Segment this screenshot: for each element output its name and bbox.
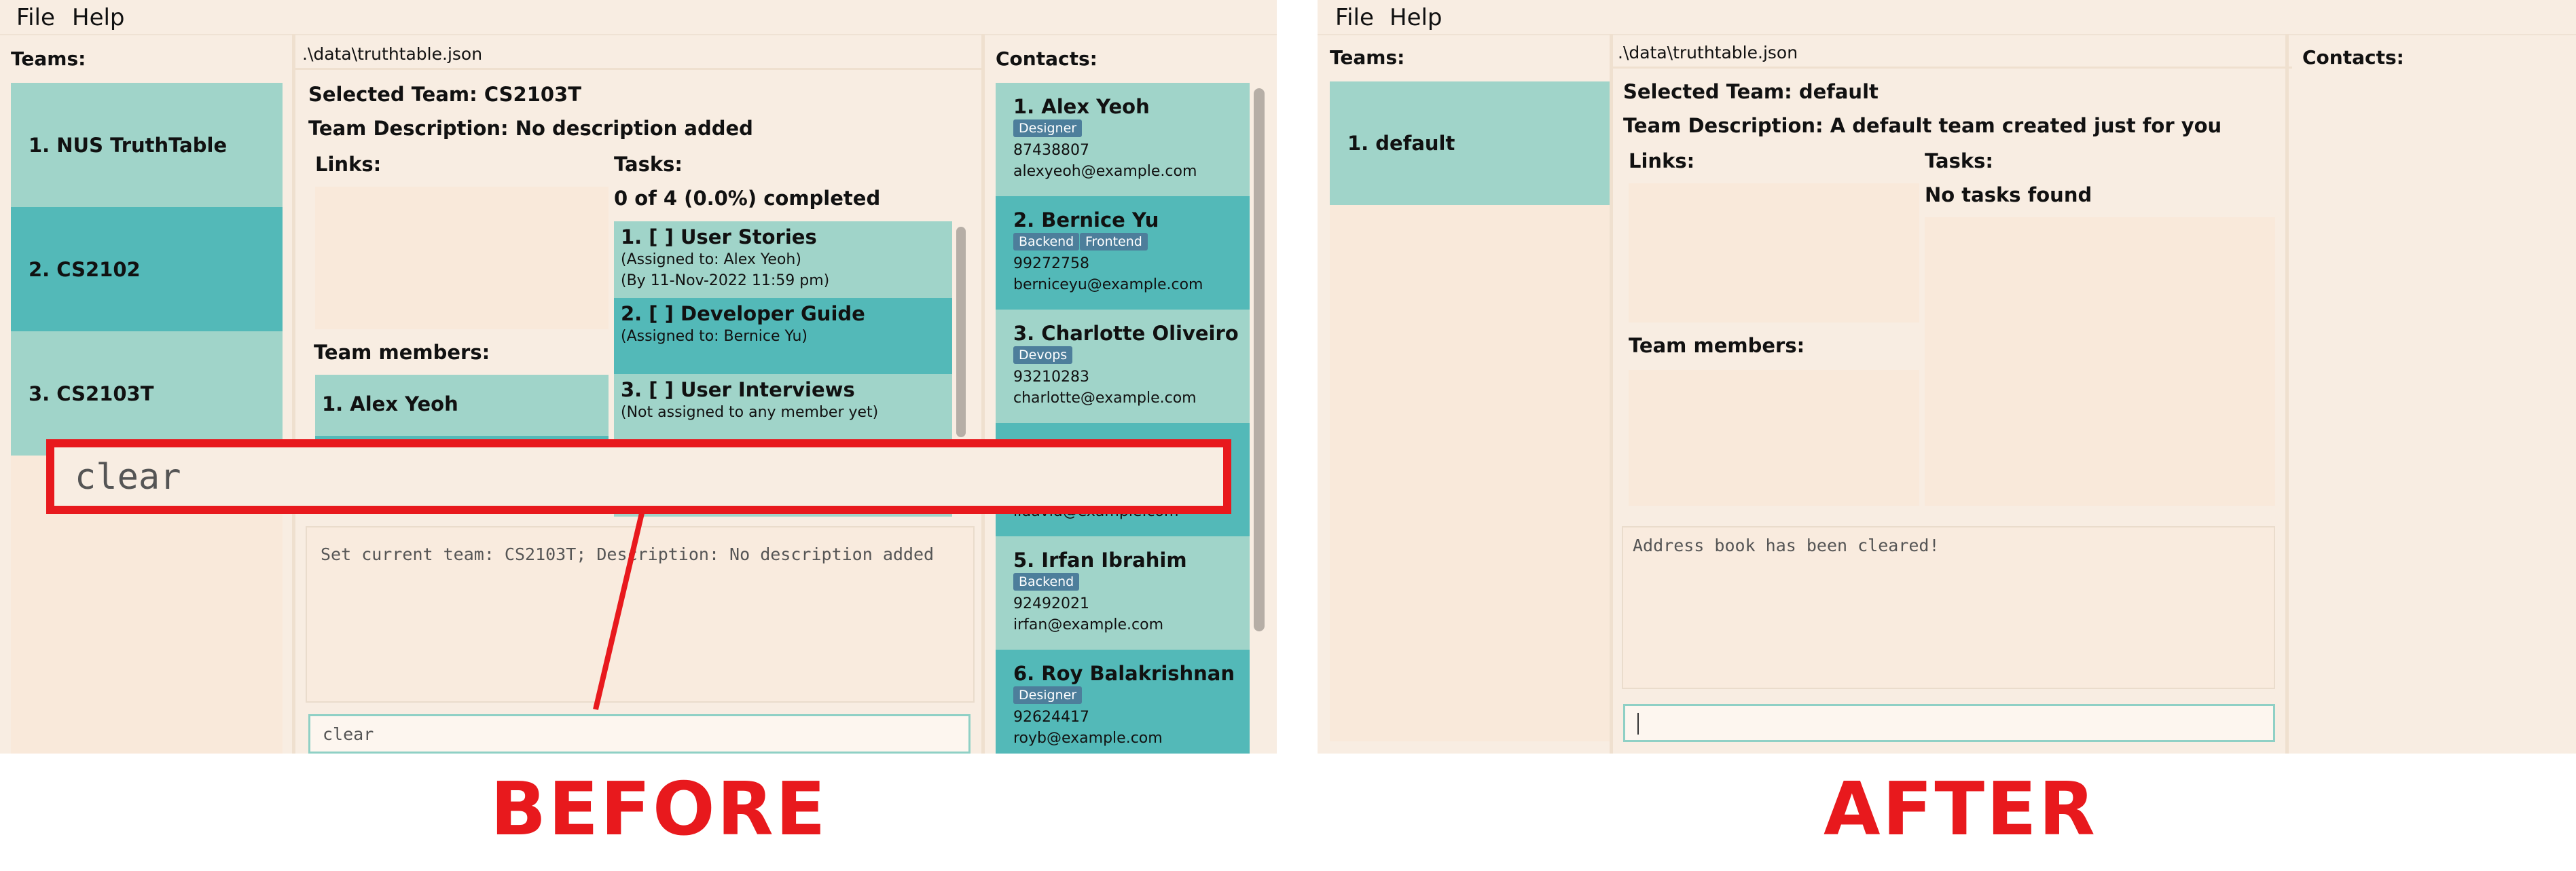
divider xyxy=(1610,34,1613,754)
members-title: Team members: xyxy=(1629,334,1805,357)
text-cursor xyxy=(1637,713,1639,735)
menu-help[interactable]: Help xyxy=(1390,4,1443,31)
links-title: Links: xyxy=(1629,149,1695,172)
after-label: AFTER xyxy=(1824,767,2097,852)
callout-pointer xyxy=(593,513,645,710)
members-list xyxy=(1629,370,1919,506)
tasks-summary: No tasks found xyxy=(1925,183,2092,206)
menu-file[interactable]: File xyxy=(1335,4,1374,31)
tasks-list xyxy=(1925,217,2275,506)
teams-empty-area xyxy=(1330,205,1610,741)
menu-bar: File Help xyxy=(1318,0,2576,35)
command-input[interactable] xyxy=(1623,704,2275,742)
selected-team: Selected Team: default xyxy=(1623,80,1879,103)
teams-title: Teams: xyxy=(1330,46,1405,69)
file-path: .\data\truthtable.json xyxy=(1618,43,1798,62)
result-display: Address book has been cleared! xyxy=(1622,526,2275,689)
team-item[interactable]: 1. default xyxy=(1330,81,1610,205)
contacts-title: Contacts: xyxy=(2302,46,2404,69)
tasks-title: Tasks: xyxy=(1925,149,1994,172)
result-text: Address book has been cleared! xyxy=(1633,536,1940,555)
after-window: File Help Teams: 1. default .\data\truth… xyxy=(1318,0,2576,754)
links-list xyxy=(1629,183,1919,322)
team-description: Team Description: A default team created… xyxy=(1623,114,2222,137)
divider xyxy=(2285,34,2289,754)
before-label: BEFORE xyxy=(490,767,828,852)
